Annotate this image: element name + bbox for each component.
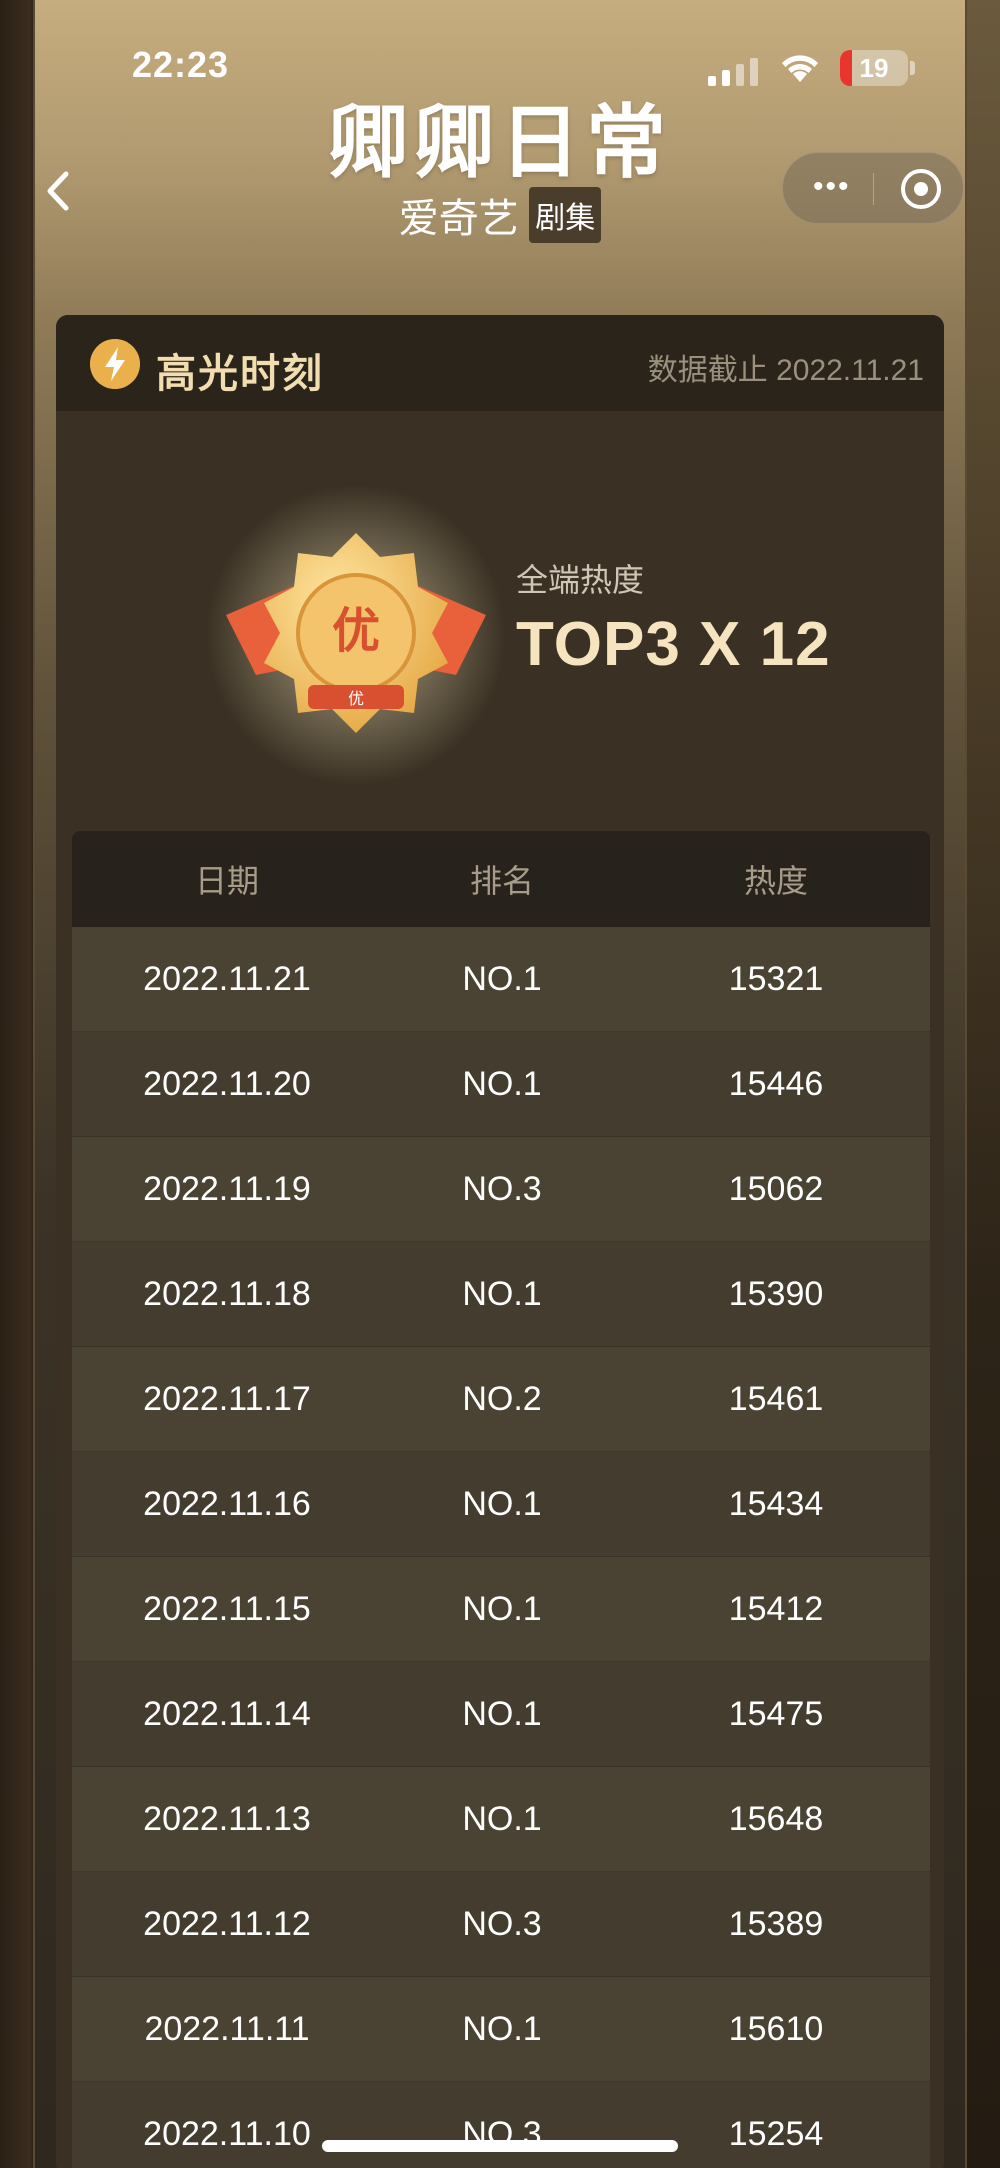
- rank-cell: NO.1: [462, 1589, 542, 1628]
- date-cell: 2022.11.15: [143, 1589, 311, 1628]
- medal-center-text: 优: [331, 605, 380, 658]
- battery-tip: [910, 61, 915, 75]
- date-cell: 2022.11.17: [143, 1379, 311, 1418]
- table-row: 2022.11.21 NO.1 15321: [72, 927, 930, 1032]
- table-row: 2022.11.11 NO.1 15610: [72, 1977, 930, 2082]
- heat-cell: 15389: [728, 1904, 824, 1943]
- rank-cell: NO.1: [462, 1064, 542, 1103]
- date-cell: 2022.11.16: [143, 1484, 311, 1523]
- table-row: 2022.11.19 NO.3 15062: [72, 1137, 930, 1242]
- date-cell: 2022.11.18: [143, 1274, 311, 1313]
- date-cell: 2022.11.14: [143, 1694, 311, 1733]
- rank-cell: NO.1: [462, 959, 542, 998]
- date-cell: 2022.11.20: [143, 1064, 311, 1103]
- table-row: 2022.11.12 NO.3 15389: [72, 1872, 930, 1977]
- date-cell: 2022.11.13: [143, 1799, 311, 1838]
- date-cell: 2022.11.19: [143, 1169, 311, 1208]
- column-header-date: 日期: [194, 863, 259, 899]
- highlight-card: 高光时刻 数据截止 2022.11.21 优 优 全端热度 TOP3 X 12 …: [56, 315, 944, 2168]
- table-row: 2022.11.17 NO.2 15461: [72, 1347, 930, 1452]
- mini-program-capsule: •••: [782, 152, 964, 224]
- date-cell: 2022.11.21: [143, 959, 311, 998]
- more-menu-icon[interactable]: •••: [813, 172, 851, 202]
- rank-cell: NO.1: [462, 1484, 542, 1523]
- date-cell: 2022.11.12: [143, 1904, 311, 1943]
- rank-cell: NO.3: [462, 1904, 542, 1943]
- heat-cell: 15446: [728, 1064, 824, 1103]
- rank-cell: NO.1: [462, 1274, 542, 1313]
- table-header: 日期 排名 热度: [72, 831, 930, 927]
- medal-ribbon-text: 优: [347, 691, 364, 708]
- ranking-table: 日期 排名 热度 2022.11.21 NO.1 15321 2022.11.20 N…: [72, 831, 930, 2168]
- table-row: 2022.11.15 NO.1 15412: [72, 1557, 930, 1662]
- lightning-icon: [90, 339, 140, 389]
- table-row: 2022.11.10 NO.3 15254: [72, 2082, 930, 2168]
- rank-cell: NO.1: [462, 1694, 542, 1733]
- column-header-rank: 排名: [469, 863, 534, 899]
- date-cell: 2022.11.11: [144, 2009, 310, 2048]
- table-row: 2022.11.20 NO.1 15446: [72, 1032, 930, 1137]
- table-row: 2022.11.18 NO.1 15390: [72, 1242, 930, 1347]
- card-title: 高光时刻: [156, 352, 324, 396]
- platform-name: 爱奇艺: [398, 197, 519, 241]
- card-header: 高光时刻 数据截止 2022.11.21: [56, 315, 944, 411]
- heat-cell: 15390: [728, 1274, 824, 1313]
- heat-cell: 15610: [728, 2009, 824, 2048]
- table-body: 2022.11.21 NO.1 15321 2022.11.20 NO.1 15446 …: [72, 927, 930, 2168]
- close-mini-program-icon[interactable]: [901, 169, 941, 209]
- data-cutoff-date: 数据截止 2022.11.21: [647, 354, 924, 387]
- column-header-heat: 热度: [743, 863, 808, 899]
- stat-value: TOP3 X 12: [516, 610, 831, 679]
- table-row: 2022.11.14 NO.1 15475: [72, 1662, 930, 1767]
- capsule-divider: [873, 173, 874, 205]
- rank-cell: NO.1: [462, 2009, 542, 2048]
- heat-cell: 15062: [728, 1169, 824, 1208]
- heat-cell: 15434: [728, 1484, 824, 1523]
- category-tag: 剧集: [529, 187, 602, 243]
- heat-cell: 15321: [728, 959, 824, 998]
- rank-cell: NO.3: [462, 1169, 542, 1208]
- home-indicator[interactable]: [322, 2140, 678, 2152]
- rank-cell: NO.1: [462, 1799, 542, 1838]
- heat-cell: 15475: [728, 1694, 824, 1733]
- table-row: 2022.11.13 NO.1 15648: [72, 1767, 930, 1872]
- heat-cell: 15412: [728, 1589, 824, 1628]
- table-row: 2022.11.16 NO.1 15434: [72, 1452, 930, 1557]
- heat-cell: 15648: [728, 1799, 824, 1838]
- stat-label: 全端热度: [516, 562, 645, 598]
- heat-cell: 15461: [728, 1379, 824, 1418]
- rank-cell: NO.2: [462, 1379, 542, 1418]
